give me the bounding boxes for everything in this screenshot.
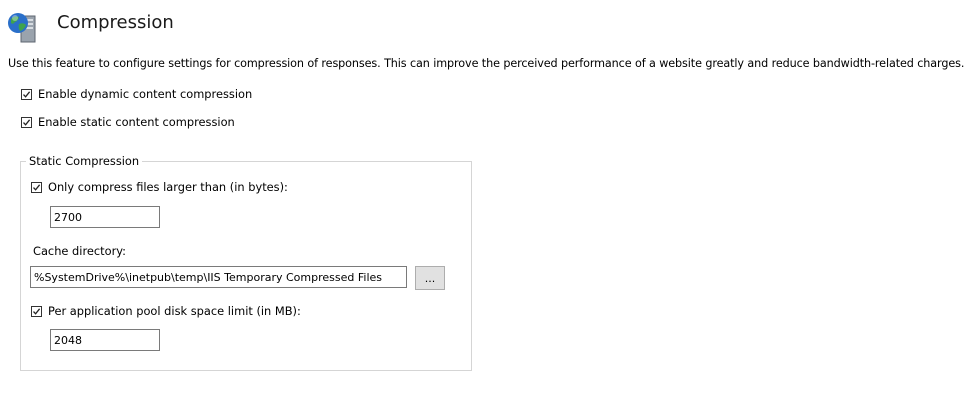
min-size-option[interactable]: Only compress files larger than (in byte…	[31, 180, 288, 194]
browse-button[interactable]: ...	[415, 266, 445, 290]
min-size-label: Only compress files larger than (in byte…	[48, 180, 288, 194]
min-size-input[interactable]: 2700	[50, 206, 160, 228]
globe-server-icon	[6, 10, 42, 44]
disk-limit-option[interactable]: Per application pool disk space limit (i…	[31, 304, 301, 318]
static-compression-legend: Static Compression	[26, 154, 143, 168]
min-size-checkbox[interactable]	[31, 181, 42, 193]
static-compression-checkbox[interactable]	[21, 116, 32, 128]
feature-description: Use this feature to configure settings f…	[8, 57, 965, 70]
disk-limit-label: Per application pool disk space limit (i…	[48, 304, 301, 318]
disk-limit-input[interactable]: 2048	[50, 329, 160, 351]
static-compression-label: Enable static content compression	[38, 115, 235, 129]
static-compression-option[interactable]: Enable static content compression	[21, 115, 235, 129]
cache-directory-label: Cache directory:	[33, 244, 127, 258]
dynamic-compression-label: Enable dynamic content compression	[38, 87, 253, 101]
cache-directory-input[interactable]: %SystemDrive%\inetpub\temp\IIS Temporary…	[30, 266, 407, 288]
page-title: Compression	[57, 12, 174, 33]
dynamic-compression-checkbox[interactable]	[21, 88, 32, 100]
dynamic-compression-option[interactable]: Enable dynamic content compression	[21, 87, 252, 101]
disk-limit-checkbox[interactable]	[31, 305, 42, 317]
